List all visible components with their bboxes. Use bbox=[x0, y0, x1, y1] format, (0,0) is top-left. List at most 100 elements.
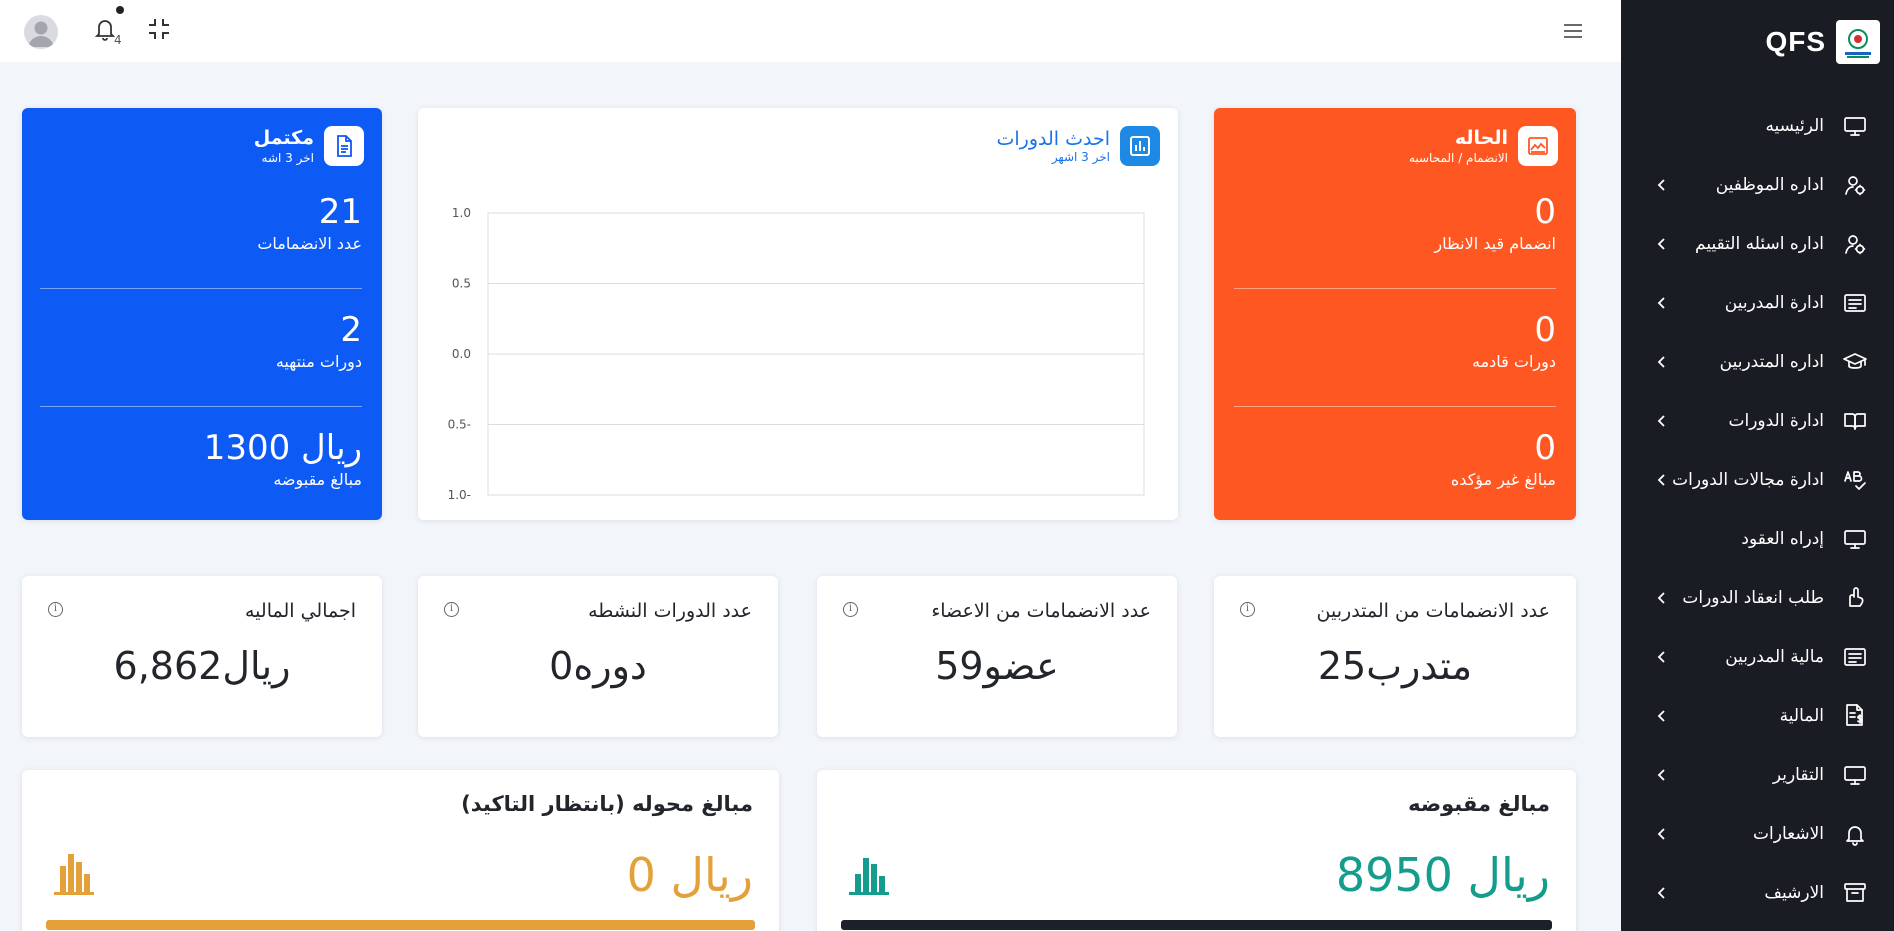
sidebar-item-2[interactable]: اداره اسئله التقييم bbox=[1621, 214, 1894, 273]
status-card-subtitle: الانضمام / المحاسبه bbox=[1408, 151, 1508, 165]
metric-title: اجمالي الماليه bbox=[244, 600, 356, 622]
brand-name: QFS bbox=[1765, 26, 1826, 57]
divider bbox=[1234, 288, 1556, 289]
complete-card: مكتمل اخر 3 اشه 21 عدد الانضمامات 2 دورا… bbox=[22, 108, 382, 520]
monitor-icon bbox=[1842, 762, 1868, 788]
monitor-icon bbox=[1842, 113, 1868, 139]
stat-value: 0 bbox=[1534, 310, 1556, 350]
ab-check-icon bbox=[1842, 467, 1868, 493]
metric-total-finance: اجمالي الماليه i 6,862ريال bbox=[22, 576, 382, 737]
collapse-screen-icon[interactable] bbox=[146, 16, 172, 42]
chevron-left-icon bbox=[1651, 882, 1673, 904]
complete-card-subtitle: اخر 3 اشه bbox=[261, 151, 314, 165]
chevron-left-icon bbox=[1651, 292, 1673, 314]
sidebar-item-label: الرئيسيه bbox=[1765, 115, 1824, 136]
sidebar-item-10[interactable]: المالية bbox=[1621, 686, 1894, 745]
sidebar-item-8[interactable]: طلب انعقاد الدورات bbox=[1621, 568, 1894, 627]
metric-value: 59عضو bbox=[935, 644, 1059, 688]
id-card-icon bbox=[1842, 290, 1868, 316]
graduation-cap-icon bbox=[1842, 349, 1868, 375]
chevron-left-icon bbox=[1651, 705, 1673, 727]
stat-value: 21 bbox=[318, 192, 362, 232]
y-tick-label: 0.0 bbox=[452, 347, 471, 361]
user-icon bbox=[28, 21, 54, 47]
divider bbox=[1234, 406, 1556, 407]
chevron-left-icon bbox=[1651, 233, 1673, 255]
complete-stat-finished: 2 دورات منتهيه bbox=[40, 310, 362, 371]
sidebar-item-label: اداره الموظفين bbox=[1715, 174, 1824, 195]
sidebar-item-0[interactable]: الرئيسيه bbox=[1621, 96, 1894, 155]
latest-courses-card: احدث الدورات اخر 3 اشهر 1.0 0.5 0.0 0.5- 1.0… bbox=[418, 108, 1178, 520]
metric-value: 0دوره bbox=[549, 644, 647, 688]
status-card-title: الحاله bbox=[1454, 127, 1508, 149]
chevron-left-icon bbox=[1651, 469, 1673, 491]
sidebar-item-9[interactable]: مالية المدربين bbox=[1621, 627, 1894, 686]
sidebar-item-label: الارشيف bbox=[1764, 882, 1824, 903]
notification-dot bbox=[116, 6, 124, 14]
info-icon[interactable]: i bbox=[1240, 602, 1255, 617]
sidebar-item-label: اداره اسئله التقييم bbox=[1695, 233, 1824, 254]
sidebar-item-7[interactable]: إدراه العقود bbox=[1621, 509, 1894, 568]
document-icon bbox=[324, 126, 364, 166]
stat-value: 1300 ريال bbox=[203, 428, 362, 468]
chevron-left-icon bbox=[1651, 174, 1673, 196]
hand-icon bbox=[1842, 585, 1868, 611]
menu-toggle-icon[interactable] bbox=[1560, 18, 1586, 44]
y-tick-label: 1.0- bbox=[448, 488, 471, 502]
y-tick-label: 0.5- bbox=[448, 418, 471, 432]
metric-title: عدد الانضمامات من الاعضاء bbox=[931, 600, 1151, 622]
chevron-left-icon bbox=[1651, 410, 1673, 432]
received-amounts-card: مبالغ مقبوضه 8950 ريال bbox=[817, 770, 1576, 931]
sidebar-item-1[interactable]: اداره الموظفين bbox=[1621, 155, 1894, 214]
received-title: مبالغ مقبوضه bbox=[1408, 792, 1550, 816]
metric-active-courses: عدد الدورات النشطه i 0دوره bbox=[418, 576, 778, 737]
bar-chart-icon bbox=[52, 850, 96, 900]
user-avatar[interactable] bbox=[24, 15, 58, 49]
stat-label: مبالغ مقبوضه bbox=[273, 470, 362, 489]
metric-member-joins: عدد الانضمامات من الاعضاء i 59عضو bbox=[817, 576, 1177, 737]
status-card-header: الحاله الانضمام / المحاسبه bbox=[1409, 126, 1558, 166]
sidebar-item-4[interactable]: اداره المتدربين bbox=[1621, 332, 1894, 391]
sidebar-item-13[interactable]: الارشيف bbox=[1621, 863, 1894, 922]
invoice-icon bbox=[1842, 703, 1868, 729]
metric-title: عدد الانضمامات من المتدربين bbox=[1316, 600, 1550, 622]
divider bbox=[40, 406, 362, 407]
sidebar-item-label: مالية المدربين bbox=[1725, 646, 1824, 667]
complete-stat-joins: 21 عدد الانضمامات bbox=[40, 192, 362, 253]
book-icon bbox=[1842, 408, 1868, 434]
archive-icon bbox=[1842, 880, 1868, 906]
complete-card-header: مكتمل اخر 3 اشه bbox=[254, 126, 364, 166]
sidebar-item-label: المالية bbox=[1779, 705, 1824, 726]
pending-amounts-card: مبالغ محوله (بانتظار التاكيد) 0 ريال bbox=[22, 770, 779, 931]
latest-courses-chart: 1.0 0.5 0.0 0.5- 1.0- bbox=[448, 206, 1145, 502]
sidebar-item-5[interactable]: ادارة الدورات bbox=[1621, 391, 1894, 450]
complete-card-title: مكتمل bbox=[253, 127, 314, 149]
sidebar-item-6[interactable]: ادارة مجالات الدورات bbox=[1621, 450, 1894, 509]
stat-value: 2 bbox=[340, 310, 362, 350]
info-icon[interactable]: i bbox=[843, 602, 858, 617]
sidebar-item-label: اداره المتدربين bbox=[1719, 351, 1824, 372]
sidebar-item-3[interactable]: ادارة المدربين bbox=[1621, 273, 1894, 332]
sidebar-item-label: الاشعارات bbox=[1753, 823, 1824, 844]
sidebar-item-12[interactable]: الاشعارات bbox=[1621, 804, 1894, 863]
metric-value: 25متدرب bbox=[1317, 644, 1473, 688]
pending-title: مبالغ محوله (بانتظار التاكيد) bbox=[461, 792, 753, 816]
info-icon[interactable]: i bbox=[444, 602, 459, 617]
status-stat-pending: 0 انضمام قيد الانظار bbox=[1234, 192, 1556, 253]
stat-value: 0 bbox=[1534, 192, 1556, 232]
bar-chart-icon bbox=[847, 850, 891, 900]
info-icon[interactable]: i bbox=[48, 602, 63, 617]
sidebar-item-11[interactable]: التقارير bbox=[1621, 745, 1894, 804]
stat-label: عدد الانضمامات bbox=[257, 234, 362, 253]
sidebar-item-label: التقارير bbox=[1772, 764, 1824, 785]
brand-logo-icon bbox=[1836, 20, 1880, 64]
chevron-left-icon bbox=[1651, 764, 1673, 786]
chevron-left-icon bbox=[1651, 351, 1673, 373]
bell-icon bbox=[1842, 821, 1868, 847]
brand[interactable]: QFS bbox=[1765, 20, 1880, 64]
stat-label: دورات قادمه bbox=[1472, 352, 1556, 371]
users-icon bbox=[1842, 172, 1868, 198]
chevron-left-icon bbox=[1651, 587, 1673, 609]
area-chart-icon bbox=[1518, 126, 1558, 166]
stat-value: 0 bbox=[1534, 428, 1556, 468]
